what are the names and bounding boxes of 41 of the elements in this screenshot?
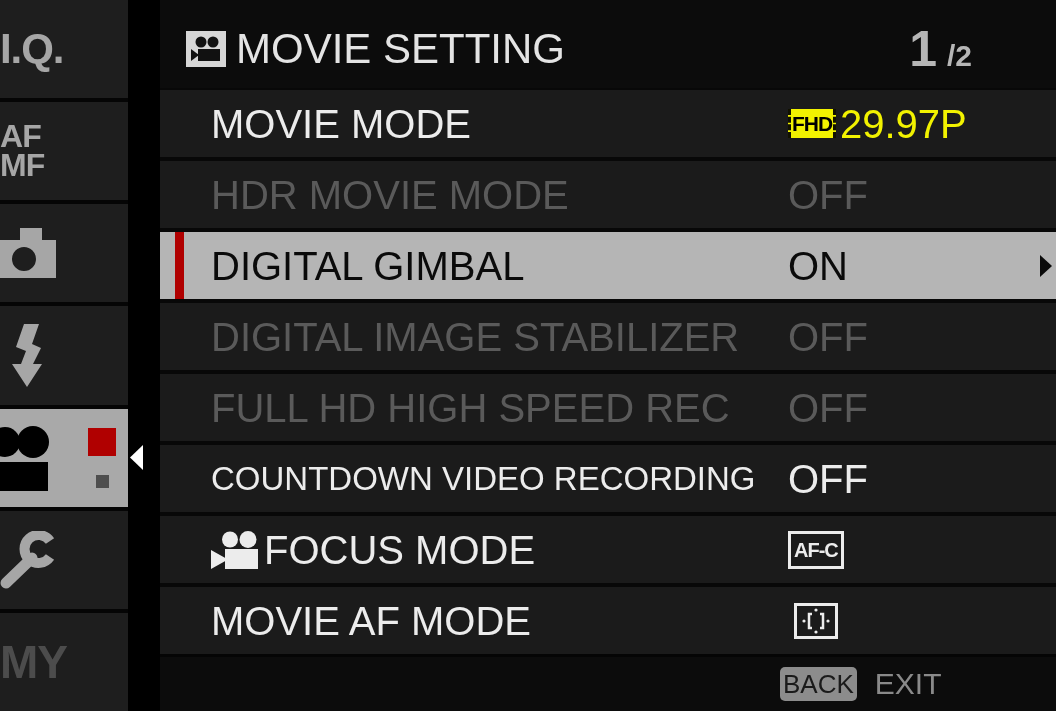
submenu-arrow-icon <box>1040 254 1052 277</box>
setting-label: FOCUS MODE <box>264 529 536 570</box>
format-badge: FHD <box>788 109 836 138</box>
setting-label: COUNTDOWN VIDEO RECORDING <box>211 462 756 495</box>
setting-label: MOVIE AF MODE <box>211 600 532 641</box>
menu-row[interactable]: DIGITAL GIMBAL ON <box>160 232 1056 299</box>
focus-area-icon <box>794 602 838 639</box>
menu-row[interactable]: MOVIE AF MODE <box>160 587 1056 654</box>
sidebar-tab[interactable]: I.Q. <box>0 0 128 99</box>
movie-camera-icon <box>211 530 258 569</box>
setting-value: OFF <box>788 387 868 428</box>
menu-title: MOVIE SETTING <box>236 28 566 70</box>
menu-row[interactable]: FOCUS MODE AF-C <box>160 516 1056 583</box>
setting-value: OFF <box>788 174 868 215</box>
setting-value: OFF <box>788 316 868 357</box>
setting-label: HDR MOVIE MODE <box>211 174 569 215</box>
movie-camera-icon <box>0 424 50 491</box>
sidebar-tab[interactable] <box>0 408 128 507</box>
sidebar-tab[interactable] <box>0 306 128 405</box>
camera-icon <box>0 228 56 279</box>
exit-hint: EXIT <box>874 669 942 699</box>
setting-value: 29.97P <box>840 103 967 144</box>
page-total: /2 <box>946 41 972 71</box>
setting-value: OFF <box>788 458 868 499</box>
page-number: 1 <box>909 24 937 74</box>
setting-label: DIGITAL IMAGE STABILIZER <box>211 316 740 357</box>
selection-bar-icon <box>175 232 184 299</box>
sidebar-tab[interactable]: AF MF <box>0 102 128 201</box>
menu-row[interactable]: COUNTDOWN VIDEO RECORDING OFF <box>160 445 1056 512</box>
sidebar-tab[interactable] <box>0 204 128 303</box>
wrench-icon <box>0 530 56 589</box>
setting-value: ON <box>788 245 848 286</box>
setting-label: FULL HD HIGH SPEED REC <box>211 387 730 428</box>
setting-label: DIGITAL GIMBAL <box>211 245 525 286</box>
pointer-triangle-icon <box>130 445 143 471</box>
movie-camera-icon <box>186 31 226 67</box>
back-key: BACK <box>780 667 857 701</box>
lightning-bolt-icon <box>12 324 42 387</box>
focus-mode-value: AF-C <box>788 530 844 569</box>
sidebar-tab[interactable] <box>0 510 128 609</box>
setting-label: MOVIE MODE <box>211 103 472 144</box>
